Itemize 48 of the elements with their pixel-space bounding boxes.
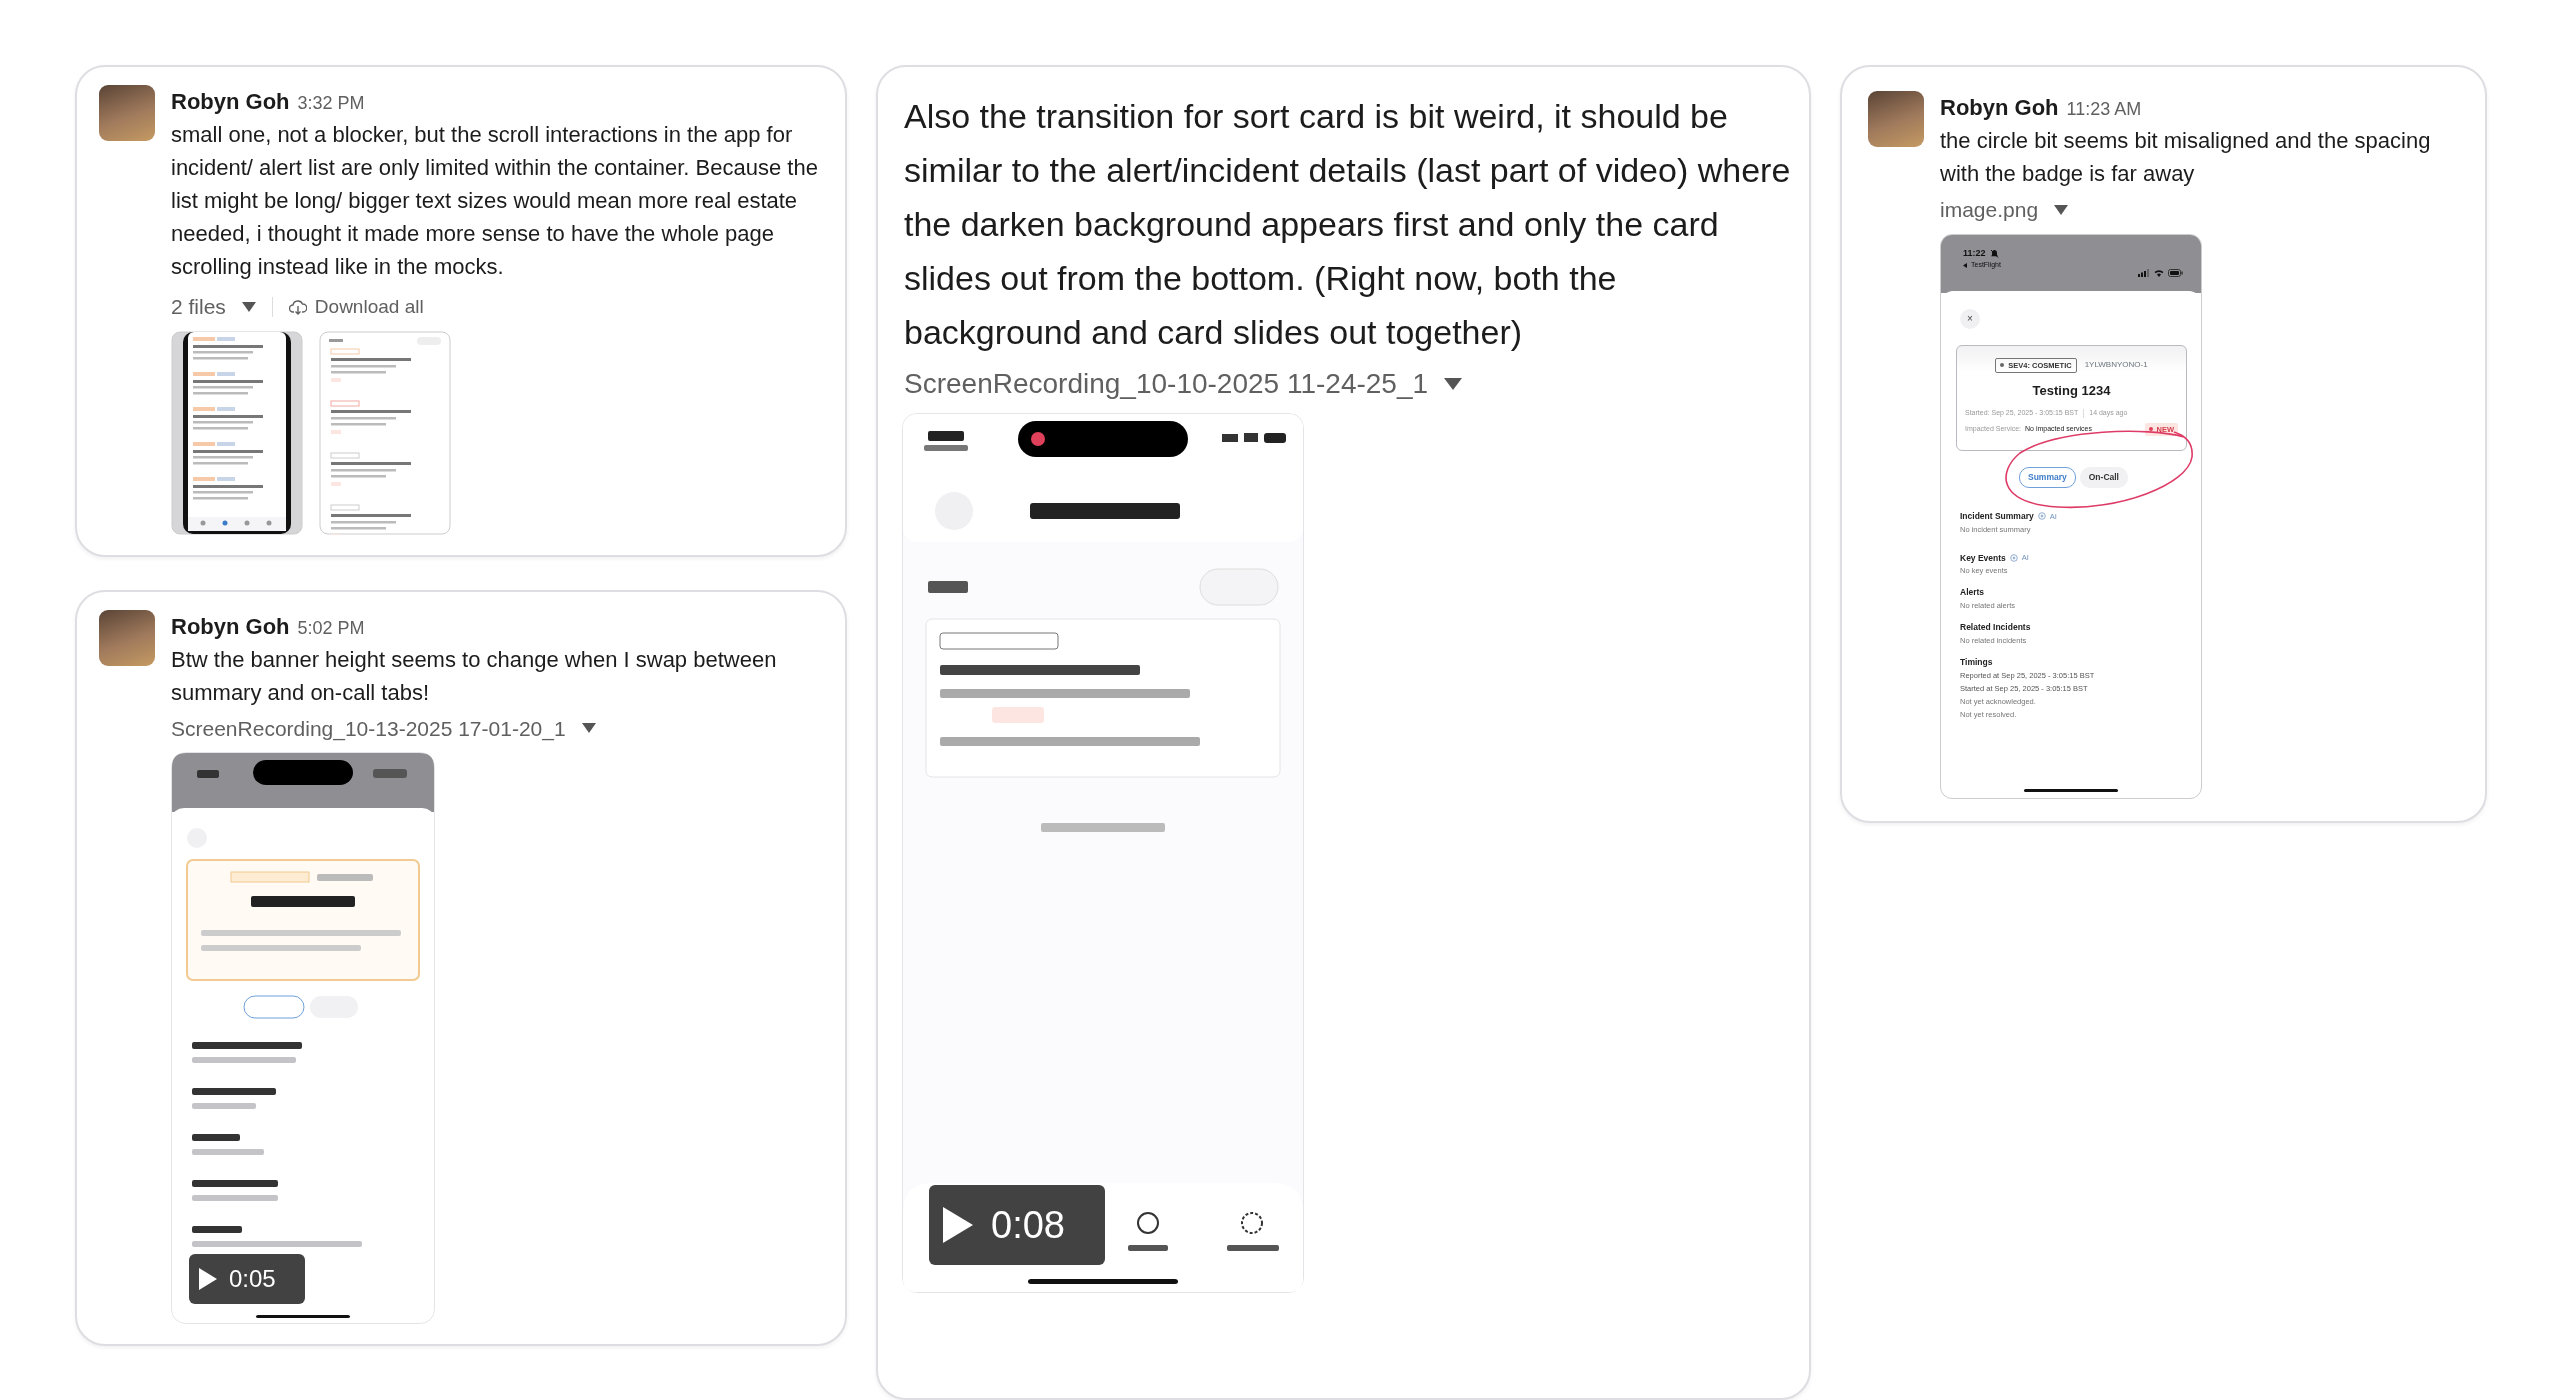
download-all-button[interactable]: Download all xyxy=(288,292,424,321)
author-name[interactable]: Robyn Goh xyxy=(1940,91,2059,124)
play-icon xyxy=(199,1268,217,1290)
section-title: Key Events xyxy=(1960,551,2006,565)
section-title: Related Incidents xyxy=(1960,621,2031,634)
close-button[interactable]: × xyxy=(1960,308,1980,329)
message-time[interactable]: 5:02 PM xyxy=(297,614,365,642)
wifi-icon xyxy=(2154,268,2164,277)
screenshot-thumbnail[interactable] xyxy=(171,330,303,535)
section-title: Incident Summary xyxy=(1960,509,2034,523)
caret-icon[interactable] xyxy=(581,723,596,734)
message-text: small one, not a blocker, but the scroll interactions in the app for incident/ alert list are only limited within the container. Because the list might be long/ bigger text sizes would mean more real estate needed, i thought it made more sense to have the whole page scrolling instead like in the mocks. xyxy=(171,121,819,281)
caret-icon[interactable] xyxy=(2054,204,2069,215)
status-time: 11:22 xyxy=(1963,246,1986,260)
sparkle-icon xyxy=(2009,553,2018,562)
back-arrow-icon xyxy=(1963,262,1967,268)
cloud-download-icon xyxy=(288,298,307,315)
bell-slash-icon xyxy=(1989,248,1999,258)
section-title: Timings xyxy=(1960,655,1993,669)
video-play-button[interactable]: 0:08 xyxy=(929,1185,1105,1265)
file-name[interactable]: ScreenRecording_10-10-2025 11-24-25_1 xyxy=(904,363,1429,405)
caret-icon[interactable] xyxy=(241,301,256,312)
video-play-button[interactable]: 0:05 xyxy=(189,1254,305,1304)
tab[interactable]: On-Call xyxy=(2079,467,2128,488)
tab[interactable]: Summary xyxy=(2019,467,2076,488)
file-name[interactable]: image.png xyxy=(1940,194,2039,226)
message-text: Btw the banner height seems to change when I swap between summary and on-call tabs! xyxy=(171,645,778,707)
battery-icon xyxy=(2168,268,2183,277)
files-count-label[interactable]: 2 files xyxy=(171,291,226,323)
sparkle-icon xyxy=(2037,512,2046,521)
signal-icon xyxy=(2138,268,2150,277)
message-time[interactable]: 11:23 AM xyxy=(2066,96,2142,123)
author-name[interactable]: Robyn Goh xyxy=(171,609,290,643)
caret-icon[interactable] xyxy=(1444,378,1463,390)
play-icon xyxy=(943,1207,973,1243)
message-time[interactable]: 3:32 PM xyxy=(297,90,365,117)
avatar-photo-placeholder xyxy=(99,609,155,666)
incident-title: Testing 1234 xyxy=(2031,381,2112,400)
author-name[interactable]: Robyn Goh xyxy=(171,85,290,118)
section-title: Alerts xyxy=(1960,586,1985,599)
file-name[interactable]: ScreenRecording_10-13-2025 17-01-20_1 xyxy=(171,712,566,744)
screenshot-thumbnail[interactable] xyxy=(319,330,451,535)
avatar-photo-placeholder xyxy=(1868,91,1924,147)
screenshot-image[interactable] xyxy=(1940,233,2202,799)
message-text: Also the transition for sort card is bit weird, it should be similar to the alert/incident details (last part of video) where the darken background appears first and only the card slides out from the bottom. (Right now, both the background and card slides out together) xyxy=(904,96,1791,353)
incident-id: 1YLWBNYONO-1 xyxy=(2084,359,2148,372)
avatar-photo-placeholder xyxy=(99,85,155,141)
message-text: the circle bit seems bit misaligned and the spacing with the badge is far away xyxy=(1940,127,2432,188)
